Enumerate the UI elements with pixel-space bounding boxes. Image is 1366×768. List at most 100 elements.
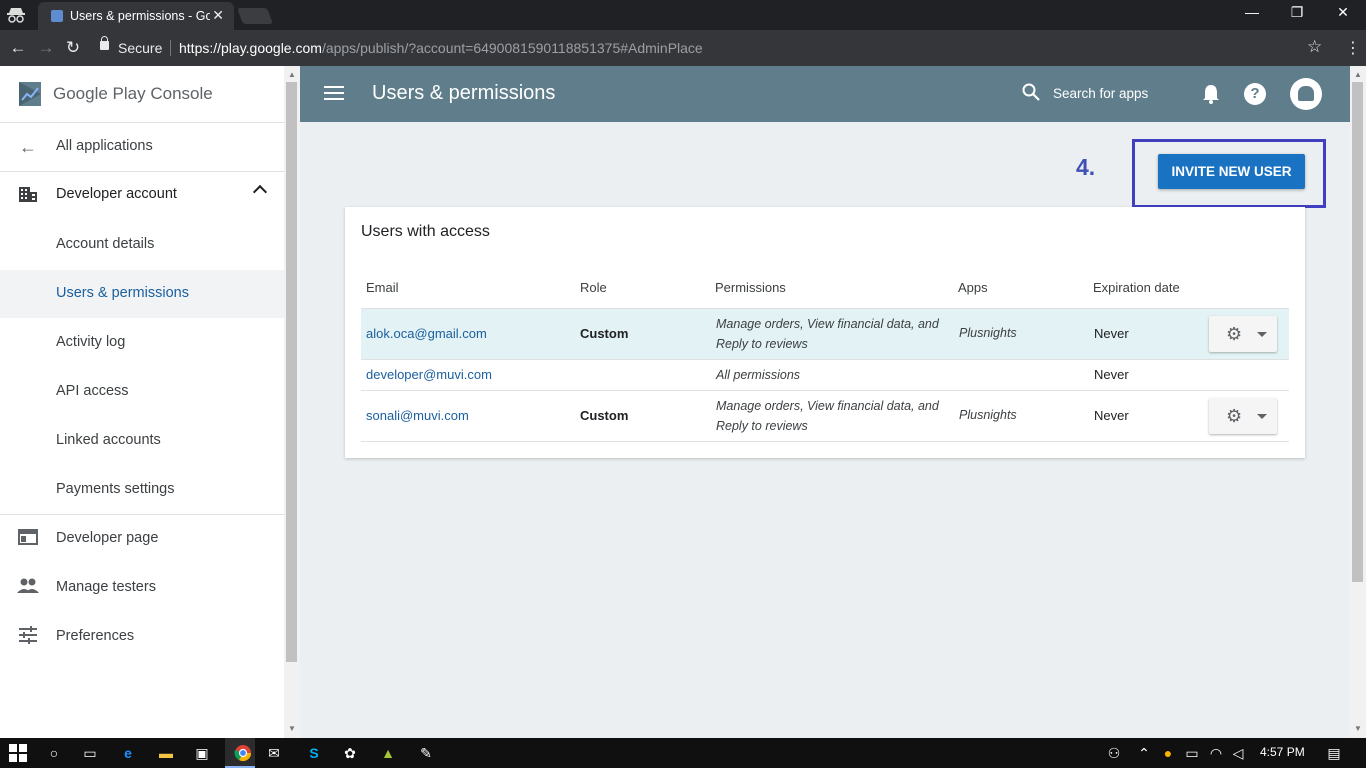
- scroll-up-icon[interactable]: ▲: [288, 70, 296, 79]
- forward-arrow-icon[interactable]: →: [36, 38, 56, 58]
- user-permissions: Manage orders, View financial data, and …: [716, 396, 956, 436]
- scroll-down-icon[interactable]: ▼: [1354, 724, 1362, 733]
- user-apps: Plusnights: [959, 326, 1017, 340]
- sidebar-item-developer-account[interactable]: Developer account: [0, 171, 284, 219]
- bookmark-star-icon[interactable]: ☆: [1307, 37, 1322, 57]
- action-center-icon[interactable]: ▤: [1324, 744, 1344, 762]
- android-studio-icon[interactable]: ▲: [378, 744, 398, 762]
- sidebar-item-label: Developer account: [56, 186, 177, 202]
- paint-icon[interactable]: ✎: [416, 744, 436, 762]
- url-domain: https://play.google.com: [179, 40, 322, 56]
- chevron-up-icon[interactable]: [252, 184, 268, 200]
- mail-icon[interactable]: ✉: [264, 744, 284, 762]
- user-settings-dropdown[interactable]: ⚙: [1209, 316, 1277, 352]
- sliders-icon: [17, 626, 39, 648]
- sidebar-item-activity-log[interactable]: Activity log: [0, 319, 284, 367]
- column-header-email[interactable]: Email: [366, 280, 399, 295]
- task-view-icon[interactable]: ▭: [80, 744, 100, 762]
- brand-console: Console: [150, 84, 213, 103]
- table-row[interactable]: sonali@muvi.com Custom Manage orders, Vi…: [361, 391, 1289, 442]
- scroll-down-icon[interactable]: ▼: [288, 724, 296, 733]
- sidebar-item-manage-testers[interactable]: Manage testers: [0, 564, 284, 612]
- hamburger-menu-icon[interactable]: [324, 86, 344, 100]
- app-header: Users & permissions Search for apps ?: [300, 66, 1350, 122]
- invite-new-user-button[interactable]: INVITE NEW USER: [1158, 154, 1305, 189]
- column-header-permissions[interactable]: Permissions: [715, 280, 786, 295]
- address-bar: ← → ↻ Secure https://play.google.com/app…: [0, 30, 1366, 66]
- sidebar-scrollbar[interactable]: ▲ ▼: [284, 66, 300, 738]
- sidebar-item-account-details[interactable]: Account details: [0, 221, 284, 269]
- notifications-bell-icon[interactable]: [1200, 83, 1222, 105]
- column-header-expiration[interactable]: Expiration date: [1093, 280, 1180, 295]
- sidebar-item-api-access[interactable]: API access: [0, 368, 284, 416]
- tray-expand-icon[interactable]: ⌃: [1134, 744, 1154, 762]
- sidebar-item-label: Payments settings: [56, 481, 175, 497]
- lock-icon: [100, 36, 109, 50]
- sidebar-item-users-permissions[interactable]: Users & permissions: [0, 270, 284, 318]
- sidebar-scroll-thumb[interactable]: [286, 82, 297, 662]
- browser-tab-strip: Users & permissions - Google Play Consol…: [0, 0, 1366, 30]
- chrome-taskbar-icon[interactable]: [225, 738, 255, 768]
- windows-start-icon[interactable]: [8, 744, 28, 762]
- search-circle-icon[interactable]: ○: [44, 744, 64, 762]
- sidebar-item-label: Linked accounts: [56, 432, 161, 448]
- user-settings-dropdown[interactable]: ⚙: [1209, 398, 1277, 434]
- user-email-link[interactable]: sonali@muvi.com: [366, 408, 469, 423]
- table-row[interactable]: developer@muvi.com All permissions Never: [361, 360, 1289, 391]
- browser-menu-icon[interactable]: ⋮: [1345, 38, 1361, 58]
- column-header-role[interactable]: Role: [580, 280, 607, 295]
- app-icon[interactable]: ✿: [340, 744, 360, 762]
- main-scrollbar[interactable]: ▲ ▼: [1350, 66, 1366, 738]
- sidebar-item-payments-settings[interactable]: Payments settings: [0, 466, 284, 514]
- url-text[interactable]: https://play.google.com/apps/publish/?ac…: [179, 40, 703, 56]
- play-console-favicon-icon: [51, 10, 63, 22]
- sidebar-item-all-applications[interactable]: ← All applications: [0, 123, 284, 171]
- people-icon: [17, 577, 39, 599]
- browser-tab[interactable]: Users & permissions - Google Play Consol…: [38, 2, 234, 30]
- tab-close-icon[interactable]: ✕: [212, 7, 224, 24]
- minimize-icon[interactable]: —: [1232, 4, 1272, 20]
- table-row[interactable]: alok.oca@gmail.com Custom Manage orders,…: [361, 309, 1289, 360]
- omnibox-separator: [170, 40, 171, 56]
- file-explorer-icon[interactable]: ▬: [156, 744, 176, 762]
- taskbar-clock[interactable]: 4:57 PM: [1260, 745, 1305, 759]
- people-tray-icon[interactable]: ⚇: [1104, 744, 1124, 762]
- column-header-apps[interactable]: Apps: [958, 280, 988, 295]
- reload-icon[interactable]: ↻: [63, 38, 83, 58]
- web-page-icon: [17, 528, 39, 550]
- omnibox[interactable]: Secure https://play.google.com/apps/publ…: [90, 34, 1330, 62]
- sidebar-item-label: Preferences: [56, 628, 135, 644]
- sidebar-item-label: Manage testers: [56, 579, 156, 595]
- wifi-icon[interactable]: ◠: [1206, 744, 1226, 762]
- edge-browser-icon[interactable]: e: [118, 744, 138, 762]
- user-email-link[interactable]: developer@muvi.com: [366, 367, 492, 382]
- restore-icon[interactable]: ❐: [1277, 4, 1317, 21]
- store-icon[interactable]: ▣: [192, 744, 212, 762]
- users-card: Users with access Email Role Permissions…: [345, 207, 1305, 458]
- weather-icon[interactable]: ●: [1158, 744, 1178, 762]
- scroll-up-icon[interactable]: ▲: [1354, 70, 1362, 79]
- new-tab-button[interactable]: [237, 8, 273, 24]
- google-play-logo-icon: [17, 80, 43, 108]
- account-avatar[interactable]: [1290, 78, 1322, 110]
- help-icon[interactable]: ?: [1244, 83, 1266, 105]
- skype-icon[interactable]: S: [304, 744, 324, 762]
- arrow-back-icon: ←: [19, 137, 37, 157]
- battery-icon[interactable]: ▭: [1182, 744, 1202, 762]
- sidebar-item-preferences[interactable]: Preferences: [0, 613, 284, 661]
- close-window-icon[interactable]: ✕: [1323, 4, 1363, 21]
- user-expiration: Never: [1094, 408, 1129, 423]
- caret-down-icon: [1257, 332, 1267, 337]
- user-expiration: Never: [1094, 367, 1129, 382]
- card-title: Users with access: [361, 223, 490, 240]
- back-arrow-icon[interactable]: ←: [8, 38, 28, 58]
- secure-label: Secure: [118, 40, 163, 56]
- sidebar: Google Play Console ← All applications D…: [0, 66, 284, 738]
- sidebar-item-developer-page[interactable]: Developer page: [0, 515, 284, 563]
- volume-muted-icon[interactable]: ◁: [1228, 744, 1248, 762]
- user-email-link[interactable]: alok.oca@gmail.com: [366, 326, 487, 341]
- sidebar-item-linked-accounts[interactable]: Linked accounts: [0, 417, 284, 465]
- main-scroll-thumb[interactable]: [1352, 82, 1363, 582]
- search-icon[interactable]: [1022, 83, 1040, 101]
- search-apps-input[interactable]: Search for apps: [1053, 86, 1148, 101]
